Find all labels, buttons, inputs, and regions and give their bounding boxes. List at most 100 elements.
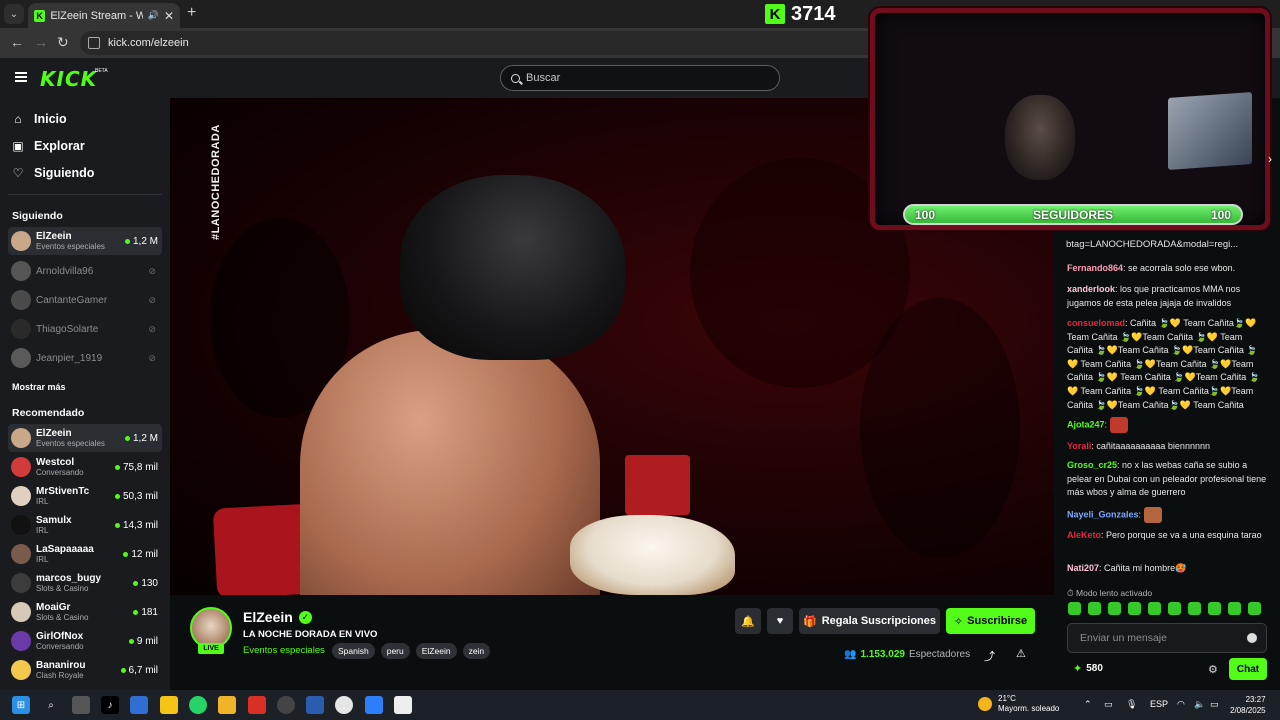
stream-category[interactable]: Eventos especiales xyxy=(243,645,325,656)
gear-icon[interactable]: ⚙ xyxy=(1208,663,1218,676)
emote-icon[interactable] xyxy=(1248,602,1261,615)
nav-explorar[interactable]: ▣ Explorar xyxy=(12,139,84,153)
emote-icon[interactable] xyxy=(1208,602,1221,615)
chevron-right-icon[interactable]: › xyxy=(1268,152,1272,166)
chat-link-message[interactable]: btag=LANOCHEDORADA&modal=regi... xyxy=(1066,238,1276,251)
url-field[interactable]: kick.com/elzeein xyxy=(80,31,880,55)
subscribe-button[interactable]: ✧ Suscribirse xyxy=(946,608,1035,634)
browser-tab[interactable]: K ElZeein Stream - Watch Live 🔊 ✕ xyxy=(28,3,180,28)
whatsapp-icon[interactable] xyxy=(189,696,207,714)
tag[interactable]: zein xyxy=(462,643,491,659)
app-icon[interactable] xyxy=(306,696,324,714)
app-icon[interactable] xyxy=(277,696,295,714)
language-indicator[interactable]: ESP xyxy=(1150,699,1168,709)
chat-username[interactable]: consuelomad xyxy=(1067,318,1125,328)
streamer-name[interactable]: ElZeein xyxy=(243,609,293,625)
emoji-icon[interactable] xyxy=(1247,633,1257,643)
recommended-channel[interactable]: Samulx IRL 14,3 mil xyxy=(8,511,162,539)
reload-icon[interactable]: ↻ xyxy=(57,34,69,51)
clock[interactable]: 23:27 2/08/2025 xyxy=(1230,694,1266,716)
microphone-icon[interactable]: 🎙 xyxy=(1126,699,1137,710)
chat-username[interactable]: Ajota247 xyxy=(1067,419,1105,429)
recommended-channel[interactable]: MrStivenTc IRL 50,3 mil xyxy=(8,482,162,510)
emote-icon[interactable] xyxy=(1148,602,1161,615)
alert-icon[interactable]: ⚠ xyxy=(1016,647,1026,660)
subscribe-label: Suscribirse xyxy=(967,615,1028,627)
recommended-channel[interactable]: marcos_bugy Slots & Casino 130 xyxy=(8,569,162,597)
search-input[interactable]: Buscar xyxy=(500,65,780,91)
close-icon[interactable]: ✕ xyxy=(164,9,174,23)
kick-logo[interactable]: KICK xyxy=(40,67,97,91)
site-info-icon[interactable] xyxy=(88,37,100,49)
emote-icon[interactable] xyxy=(1168,602,1181,615)
notes-icon[interactable] xyxy=(160,696,178,714)
show-more-link[interactable]: Mostrar más xyxy=(12,382,66,392)
chevron-up-icon[interactable]: ⌃ xyxy=(1084,699,1092,710)
menu-icon[interactable] xyxy=(15,72,27,82)
bell-icon[interactable]: 🔔 xyxy=(735,608,761,634)
recommended-channel[interactable]: GirlOfNox Conversando 9 mil xyxy=(8,627,162,655)
search-icon[interactable]: ⌕ xyxy=(42,696,60,714)
gift-icon: 🎁 xyxy=(802,615,817,628)
tag[interactable]: ElZeein xyxy=(415,643,457,659)
following-channel[interactable]: Arnoldvilla96 ⊘ xyxy=(8,257,162,285)
chat-username[interactable]: Groso_cr25 xyxy=(1067,460,1117,470)
emote-icon[interactable] xyxy=(1228,602,1241,615)
emote-icon[interactable] xyxy=(1128,602,1141,615)
task-view-icon[interactable] xyxy=(72,696,90,714)
chat-username[interactable]: Nati207 xyxy=(1067,563,1099,573)
forward-arrow-icon[interactable]: → xyxy=(34,34,48,50)
tiktok-icon[interactable]: ♪ xyxy=(101,696,119,714)
viewer-count-text: 1,2 M xyxy=(132,235,158,247)
recommended-channel[interactable]: Bananirou Clash Royale 6,7 mil xyxy=(8,656,162,684)
chat-send-button[interactable]: Chat xyxy=(1229,658,1267,680)
kick-counter: K 3714 xyxy=(765,2,836,26)
chat-username[interactable]: Nayeli_Gonzales xyxy=(1067,509,1139,519)
weather-widget[interactable]: 21°C Mayorm. soleado xyxy=(978,694,1059,714)
chat-username[interactable]: Yorali xyxy=(1067,441,1091,451)
volume-icon[interactable]: 🔈 xyxy=(1194,699,1205,710)
emote-icon[interactable] xyxy=(1108,602,1121,615)
speaker-icon[interactable]: 🔊 xyxy=(148,10,159,21)
screen-icon[interactable]: ▭ xyxy=(1104,699,1113,710)
chat-message-input[interactable]: Enviar un mensaje xyxy=(1067,623,1267,653)
recommended-channel[interactable]: LaSapaaaaa IRL 12 mil xyxy=(8,540,162,568)
chat-username[interactable]: xanderlook xyxy=(1067,284,1115,294)
recommended-channel[interactable]: Westcol Conversando 75,8 mil xyxy=(8,453,162,481)
heart-icon[interactable]: ♥ xyxy=(767,608,793,634)
app-icon[interactable] xyxy=(248,696,266,714)
share-icon[interactable]: ⤴ xyxy=(984,648,995,664)
chrome-icon[interactable] xyxy=(335,696,353,714)
app-icon[interactable] xyxy=(394,696,412,714)
viewer-count: 12 mil xyxy=(123,549,158,560)
kicks-balance[interactable]: ✦ 580 xyxy=(1073,662,1103,675)
viewer-count: 14,3 mil xyxy=(114,520,158,531)
windows-start-icon[interactable]: ⊞ xyxy=(12,696,30,714)
recommended-channel[interactable]: MoaiGr Slots & Casino 181 xyxy=(8,598,162,626)
photos-icon[interactable] xyxy=(365,696,383,714)
gift-subs-button[interactable]: 🎁 Regala Suscripciones xyxy=(799,608,940,634)
chat-message: AleKeto: Pero porque se va a una esquina… xyxy=(1067,530,1262,540)
following-channel[interactable]: CantanteGamer ⊘ xyxy=(8,286,162,314)
tag[interactable]: Spanish xyxy=(332,643,375,659)
emote-icon[interactable] xyxy=(1088,602,1101,615)
tag[interactable]: peru xyxy=(380,643,410,659)
following-channel[interactable]: Jeanpier_1919 ⊘ xyxy=(8,344,162,372)
back-arrow-icon[interactable]: ← xyxy=(10,34,24,50)
nav-inicio[interactable]: ⌂ Inicio xyxy=(12,112,66,126)
following-channel[interactable]: ThiagoSolarte ⊘ xyxy=(8,315,162,343)
chat-username[interactable]: AleKeto xyxy=(1067,530,1101,540)
store-icon[interactable] xyxy=(130,696,148,714)
following-channel-elzeein[interactable]: ElZeein Eventos especiales 1,2 M xyxy=(8,227,162,255)
nav-siguiendo[interactable]: ♡ Siguiendo xyxy=(12,166,95,180)
chat-username[interactable]: Fernando864 xyxy=(1067,263,1123,273)
wifi-icon[interactable]: ◠ xyxy=(1177,699,1185,710)
tab-list-button[interactable]: ⌄ xyxy=(4,4,24,24)
folder-icon[interactable] xyxy=(218,696,236,714)
emote-icon[interactable] xyxy=(1068,602,1081,615)
recommended-channel[interactable]: ElZeein Eventos especiales 1,2 M xyxy=(8,424,162,452)
stream-title: LA NOCHE DORADA EN VIVO xyxy=(243,629,378,640)
battery-icon[interactable]: ▭ xyxy=(1210,699,1219,710)
new-tab-button[interactable]: + xyxy=(187,4,196,22)
emote-icon[interactable] xyxy=(1188,602,1201,615)
